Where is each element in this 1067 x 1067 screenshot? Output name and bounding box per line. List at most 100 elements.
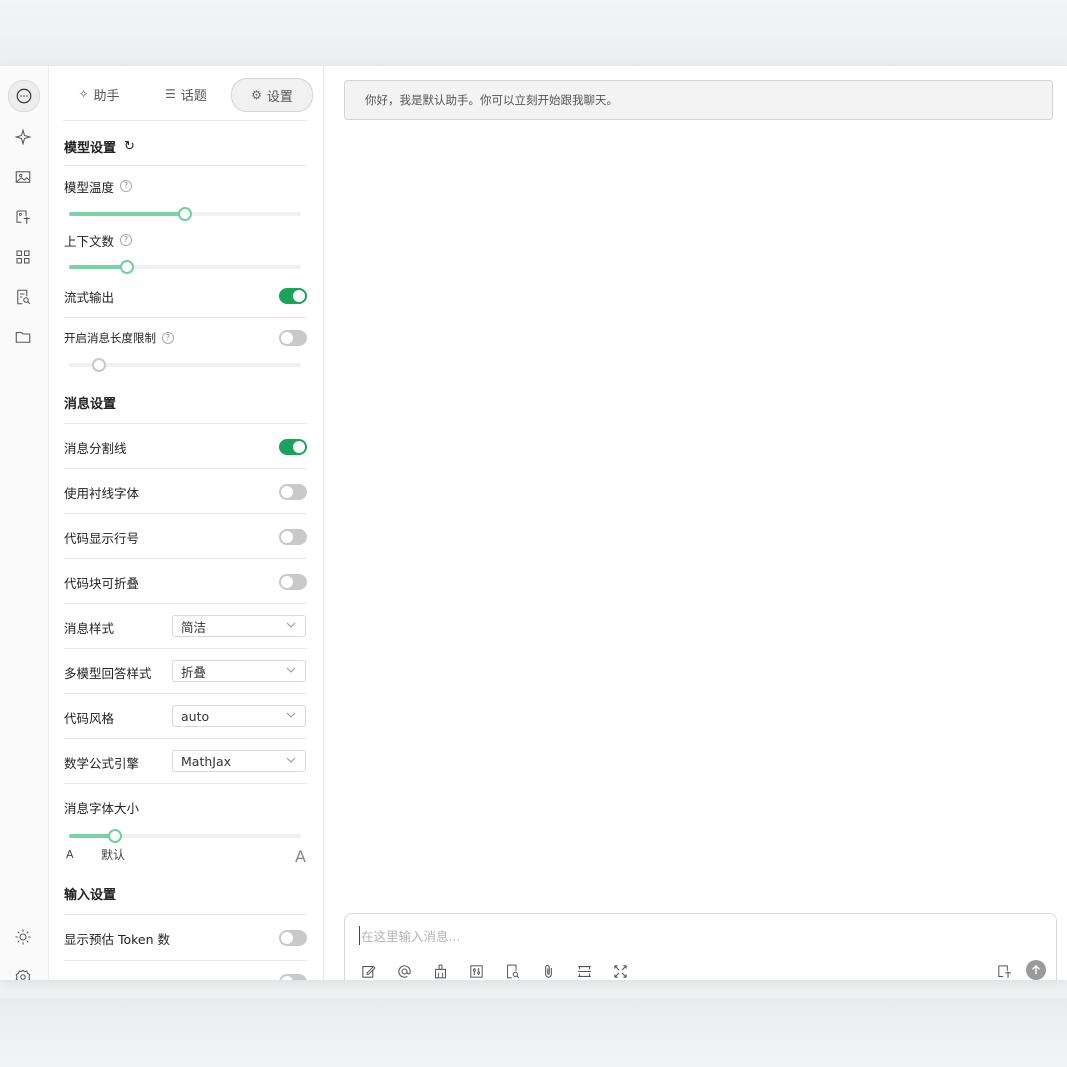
divider-setting-row: 消息分割线 xyxy=(64,437,307,457)
document-search-icon xyxy=(17,289,31,305)
chevron-down-icon xyxy=(286,757,296,763)
attach-button[interactable] xyxy=(539,962,557,980)
backdrop-bottom xyxy=(0,998,1067,1067)
tab-settings[interactable]: ⚙ 设置 xyxy=(231,78,313,112)
divider-toggle[interactable] xyxy=(279,439,307,455)
chat-bubble-icon xyxy=(16,88,32,104)
temperature-slider[interactable] xyxy=(69,207,301,221)
edit-icon xyxy=(361,965,376,978)
reset-icon[interactable]: ↻ xyxy=(124,139,135,154)
arrow-up-icon xyxy=(1032,964,1040,975)
clear-button[interactable] xyxy=(431,962,449,980)
divider xyxy=(64,317,307,318)
help-icon[interactable]: ? xyxy=(162,332,174,344)
message-input[interactable]: 在这里输入消息... xyxy=(359,926,460,945)
math-engine-select[interactable]: MathJax xyxy=(172,750,306,772)
new-topic-button[interactable] xyxy=(359,962,377,980)
stream-toggle[interactable] xyxy=(279,288,307,304)
send-button[interactable] xyxy=(1026,960,1046,980)
divider-insert-button[interactable] xyxy=(575,962,593,980)
gear-icon: ⚙ xyxy=(251,88,262,102)
sparkle-icon: ✧ xyxy=(78,87,89,101)
theme-toggle-button[interactable] xyxy=(8,922,38,952)
tab-assistant[interactable]: ✧ 助手 xyxy=(75,78,123,110)
grid-icon xyxy=(16,250,30,264)
document-search-icon xyxy=(506,964,519,978)
knowledge-base-button[interactable] xyxy=(503,962,521,980)
knowledge-nav-button[interactable] xyxy=(8,282,38,312)
font-size-slider[interactable] xyxy=(69,829,301,843)
token-label: 显示预估 Token 数 xyxy=(64,931,171,947)
icon-rail xyxy=(0,66,49,980)
context-slider[interactable] xyxy=(69,260,301,274)
settings-adjust-button[interactable] xyxy=(467,962,485,980)
expand-button[interactable] xyxy=(611,962,629,980)
image-translate-icon xyxy=(997,964,1011,978)
image-nav-button[interactable] xyxy=(8,162,38,192)
next-setting-toggle[interactable] xyxy=(279,974,307,980)
slider-knob[interactable] xyxy=(120,260,134,274)
paperclip-icon xyxy=(544,964,552,978)
multi-model-label: 多模型回答样式 xyxy=(64,665,152,681)
divider xyxy=(64,558,307,559)
settings-nav-button[interactable] xyxy=(8,962,38,980)
collapsible-row: 代码块可折叠 xyxy=(64,572,307,592)
folder-icon xyxy=(15,331,31,343)
sparkle-icon xyxy=(14,128,32,146)
chevron-down-icon xyxy=(286,712,296,718)
multi-model-select[interactable]: 折叠 xyxy=(172,660,306,682)
slider-knob[interactable] xyxy=(108,829,123,843)
chevron-down-icon xyxy=(286,667,296,673)
section-title: 模型设置 xyxy=(64,140,117,156)
collapsible-toggle[interactable] xyxy=(279,574,307,590)
slider-knob[interactable] xyxy=(178,207,192,221)
tab-topics[interactable]: ☰ 话题 xyxy=(161,78,211,110)
select-value: auto xyxy=(181,708,210,724)
divider-label: 消息分割线 xyxy=(64,440,127,456)
section-title: 输入设置 xyxy=(64,887,117,903)
font-size-default-label: 默认 xyxy=(101,848,126,862)
font-size-row: 消息字体大小 xyxy=(64,797,307,817)
code-style-select[interactable]: auto xyxy=(172,705,306,727)
agents-nav-button[interactable] xyxy=(8,122,38,152)
image-translate-icon xyxy=(16,210,30,224)
line-numbers-toggle[interactable] xyxy=(279,529,307,545)
mention-button[interactable] xyxy=(395,962,413,980)
divider xyxy=(64,693,307,694)
gear-icon xyxy=(15,969,31,980)
apps-nav-button[interactable] xyxy=(8,242,38,272)
message-style-select[interactable]: 简洁 xyxy=(172,615,306,637)
divider xyxy=(64,783,307,784)
serif-toggle[interactable] xyxy=(279,484,307,500)
token-row: 显示预估 Token 数 xyxy=(64,928,307,948)
broom-icon xyxy=(434,964,446,978)
serif-label: 使用衬线字体 xyxy=(64,485,140,501)
tab-label: 话题 xyxy=(180,88,207,104)
input-settings-header: 输入设置 xyxy=(64,883,307,903)
token-toggle[interactable] xyxy=(279,930,307,946)
context-label: 上下文数 xyxy=(64,233,115,249)
select-value: 简洁 xyxy=(181,619,207,635)
slider-knob[interactable] xyxy=(92,358,107,372)
horizontal-rule-icon xyxy=(577,965,591,977)
section-title: 消息设置 xyxy=(64,396,117,412)
divider xyxy=(64,468,307,469)
length-limit-slider[interactable] xyxy=(69,358,301,372)
help-icon[interactable]: ? xyxy=(120,234,133,246)
chat-nav-button[interactable] xyxy=(8,80,40,112)
temperature-row: 模型温度 ? xyxy=(64,176,307,196)
divider xyxy=(64,165,307,166)
length-limit-toggle[interactable] xyxy=(279,330,307,346)
translate-button[interactable] xyxy=(995,962,1013,980)
length-limit-label: 开启消息长度限制 xyxy=(64,331,156,345)
app-window: ✧ 助手 ☰ 话题 ⚙ 设置 模型设置 ↻ 模型温度 ? 上下文数 ? 流式输出… xyxy=(0,66,1067,980)
files-nav-button[interactable] xyxy=(8,322,38,352)
tab-label: 设置 xyxy=(266,89,293,105)
code-style-label: 代码风格 xyxy=(64,710,115,726)
sliders-icon xyxy=(469,964,483,978)
slider-fill xyxy=(69,265,127,269)
help-icon[interactable]: ? xyxy=(120,180,133,192)
translate-nav-button[interactable] xyxy=(8,202,38,232)
chevron-down-icon xyxy=(286,622,296,628)
divider xyxy=(64,914,307,915)
